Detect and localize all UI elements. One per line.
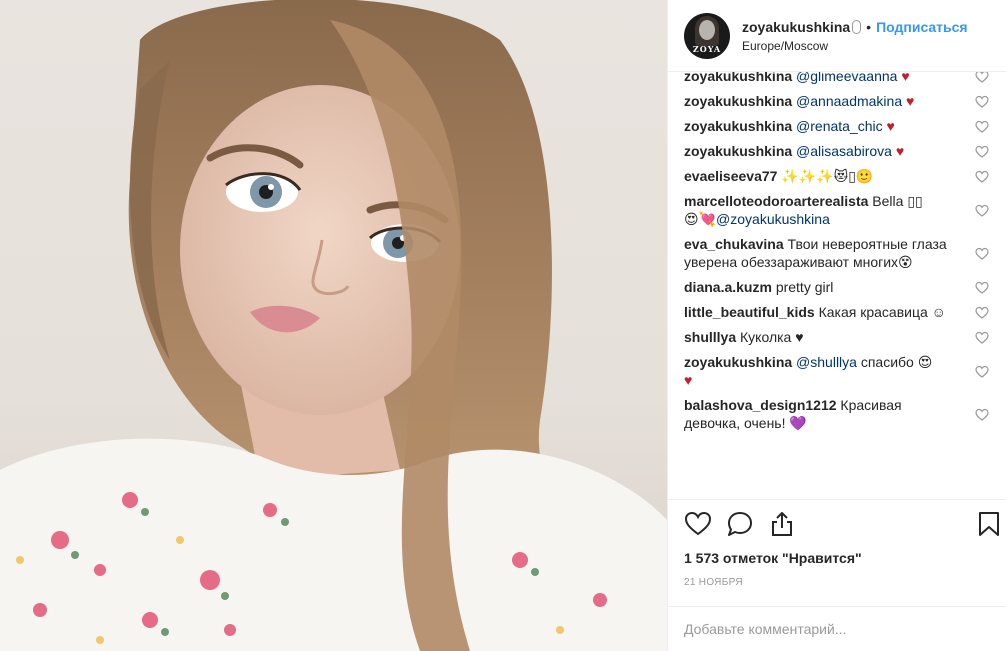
comment-mention[interactable]: @alisasabirova — [796, 143, 892, 159]
comment-emoji: 😍💘 — [684, 211, 717, 227]
comment-text: спасибо 😍 — [856, 354, 933, 370]
likes-count[interactable]: 1 573 отметок "Нравится" — [684, 550, 862, 566]
location-link[interactable]: Europe/Moscow — [742, 39, 968, 53]
heart-icon[interactable] — [684, 510, 712, 538]
bookmark-icon[interactable] — [975, 510, 1003, 538]
post-header: ZOYA zoyakukushkina • Подписаться Europe… — [668, 0, 1006, 72]
like-comment-icon[interactable] — [975, 365, 989, 379]
comment-text: Bella ▯▯ — [872, 193, 923, 209]
comment-item: zoyakukushkina @renata_chic ♥ — [684, 114, 991, 139]
comment-author[interactable]: zoyakukushkina — [684, 354, 792, 370]
post-photo[interactable] — [0, 0, 667, 651]
comment-author[interactable]: balashova_design1212 — [684, 397, 837, 413]
post-username[interactable]: zoyakukushkina — [742, 19, 850, 35]
like-comment-icon[interactable] — [975, 145, 989, 159]
actions-section: 1 573 отметок "Нравится" 21 НОЯБРЯ — [668, 499, 1006, 650]
comment-emoji: ♥ — [886, 118, 895, 134]
comment-mention[interactable]: @annaadmakina — [796, 93, 902, 109]
comment-emoji: ♥ — [901, 72, 910, 84]
comment-emoji: ♥ — [906, 93, 915, 109]
comment-author[interactable]: little_beautiful_kids — [684, 304, 815, 320]
header-username-row: zoyakukushkina • Подписаться — [742, 19, 968, 35]
add-comment-bar — [668, 606, 1006, 651]
comment-mention[interactable]: @glimeevaanna — [796, 72, 897, 84]
post-date[interactable]: 21 НОЯБРЯ — [684, 577, 743, 588]
comment-author[interactable]: diana.a.kuzm — [684, 279, 772, 295]
add-comment-input[interactable] — [684, 619, 984, 639]
comment-item: zoyakukushkina @annaadmakina ♥ — [684, 89, 991, 114]
post-side-panel: ZOYA zoyakukushkina • Подписаться Europe… — [667, 0, 1006, 651]
comment-item: evaeliseeva77 ✨✨✨😻▯🙂 — [684, 164, 991, 189]
comments-list[interactable]: zoyakukushkina @glimeevaanna ♥ zoyakukush… — [668, 72, 1006, 499]
comment-item: zoyakukushkina @glimeevaanna ♥ — [684, 72, 991, 89]
avatar[interactable]: ZOYA — [684, 12, 730, 59]
comment-text: pretty girl — [775, 279, 834, 295]
avatar-face — [699, 19, 715, 40]
comment-item: shulllya Куколка ♥ — [684, 325, 991, 350]
comment-author[interactable]: eva_chukavina — [684, 236, 784, 252]
like-comment-icon[interactable] — [975, 331, 989, 345]
separator-dot: • — [866, 18, 872, 35]
comment-item: little_beautiful_kids Какая красавица ☺ — [684, 300, 991, 325]
comment-text: ✨✨✨😻▯🙂 — [781, 168, 874, 184]
comment-author[interactable]: shulllya — [684, 329, 736, 345]
comment-item: balashova_design1212 Красивая девочка, о… — [684, 393, 991, 436]
like-comment-icon[interactable] — [975, 72, 989, 84]
comment-author[interactable]: zoyakukushkina — [684, 72, 792, 84]
action-icons — [684, 510, 796, 538]
comment-author[interactable]: marcelloteodoroarterealista — [684, 193, 868, 209]
comment-item: eva_chukavina Твои невероятные глаза уве… — [684, 232, 991, 275]
header-text: zoyakukushkina • Подписаться Europe/Mosc… — [742, 19, 968, 53]
like-comment-icon[interactable] — [975, 408, 989, 422]
follow-button[interactable]: Подписаться — [876, 19, 968, 35]
like-comment-icon[interactable] — [975, 170, 989, 184]
comment-author[interactable]: zoyakukushkina — [684, 93, 792, 109]
portrait-illustration — [0, 0, 667, 651]
verified-icon — [852, 19, 862, 34]
like-comment-icon[interactable] — [975, 247, 989, 261]
avatar-logo: ZOYA — [692, 43, 722, 54]
like-comment-icon[interactable] — [975, 120, 989, 134]
comment-item: diana.a.kuzm pretty girl — [684, 275, 991, 300]
comment-emoji: ♥ — [895, 143, 905, 159]
comment-text: Куколка ♥ — [740, 329, 804, 345]
comment-item: zoyakukushkina @shulllya спасибо 😍 ♥ — [684, 350, 991, 393]
comment-mention[interactable]: @zoyakukushkina — [716, 211, 830, 227]
comment-mention[interactable]: @shulllya — [796, 354, 857, 370]
comment-emoji: ♥ — [684, 372, 693, 388]
like-comment-icon[interactable] — [975, 204, 989, 218]
comment-emoji: 💜 — [789, 415, 807, 431]
comment-item: zoyakukushkina @alisasabirova ♥ — [684, 139, 991, 164]
comment-mention[interactable]: @renata_chic — [796, 118, 883, 134]
comment-icon[interactable] — [726, 510, 754, 538]
like-comment-icon[interactable] — [975, 95, 989, 109]
comment-author[interactable]: zoyakukushkina — [684, 143, 792, 159]
comment-text: Какая красавица ☺ — [818, 304, 946, 320]
like-comment-icon[interactable] — [975, 281, 989, 295]
comment-author[interactable]: zoyakukushkina — [684, 118, 792, 134]
comment-author[interactable]: evaeliseeva77 — [684, 168, 777, 184]
comment-item: marcelloteodoroarterealista Bella ▯▯ 😍💘@z… — [684, 189, 991, 232]
like-comment-icon[interactable] — [975, 306, 989, 320]
share-icon[interactable] — [768, 510, 796, 538]
